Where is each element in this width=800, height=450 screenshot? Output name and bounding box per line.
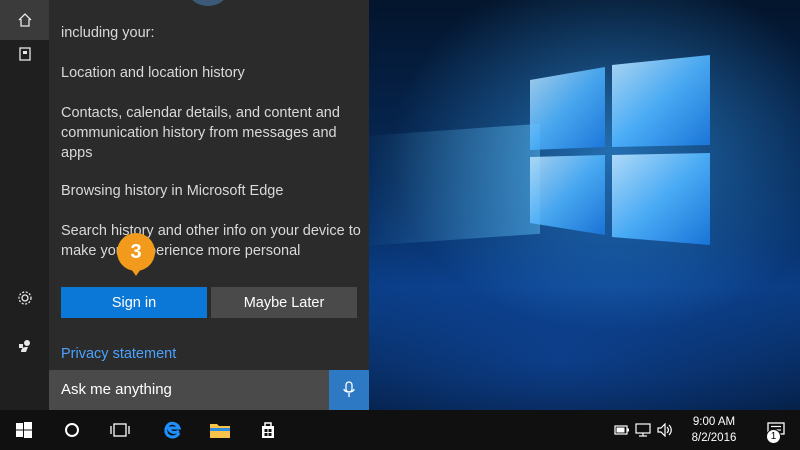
maybe-later-button[interactable]: Maybe Later: [211, 287, 357, 318]
microphone-icon[interactable]: [329, 370, 369, 410]
cortana-rail: [0, 0, 49, 410]
cortana-search-box[interactable]: Ask me anything: [49, 370, 329, 410]
feedback-icon[interactable]: [0, 326, 49, 366]
clock-date: 8/2/2016: [691, 432, 737, 444]
privacy-statement-link[interactable]: Privacy statement: [61, 346, 176, 362]
system-tray: [612, 410, 676, 450]
notification-count-badge: 1: [766, 429, 781, 444]
settings-icon[interactable]: [0, 278, 49, 318]
notebook-icon[interactable]: [0, 34, 49, 74]
clock-time: 9:00 AM: [692, 416, 736, 428]
search-input[interactable]: Ask me anything: [61, 381, 172, 398]
info-item-browsing: Browsing history in Microsoft Edge: [61, 183, 284, 199]
cortana-circle-icon[interactable]: [48, 410, 96, 450]
file-explorer-icon[interactable]: [196, 410, 244, 450]
windows-logo-wallpaper: [530, 55, 710, 245]
network-icon[interactable]: [632, 423, 654, 437]
task-view-icon[interactable]: [96, 410, 144, 450]
sign-in-button[interactable]: Sign in: [61, 287, 207, 318]
edge-icon[interactable]: [148, 410, 196, 450]
battery-icon[interactable]: [612, 424, 632, 436]
step-callout-pointer: [129, 266, 143, 276]
volume-icon[interactable]: [654, 423, 676, 437]
cut-off-text: [61, 2, 361, 12]
cortana-panel: including your: Location and location hi…: [49, 0, 369, 410]
store-icon[interactable]: [244, 410, 292, 450]
windows-start-icon[interactable]: [0, 410, 48, 450]
taskbar-clock[interactable]: 9:00 AM 8/2/2016: [676, 414, 752, 446]
intro-text: including your:: [61, 25, 155, 41]
info-item-contacts: Contacts, calendar details, and content …: [61, 105, 340, 161]
taskbar: 9:00 AM 8/2/2016: [0, 410, 800, 450]
info-item-location: Location and location history: [61, 65, 245, 81]
info-item-search: Search history and other info on your de…: [61, 223, 361, 259]
